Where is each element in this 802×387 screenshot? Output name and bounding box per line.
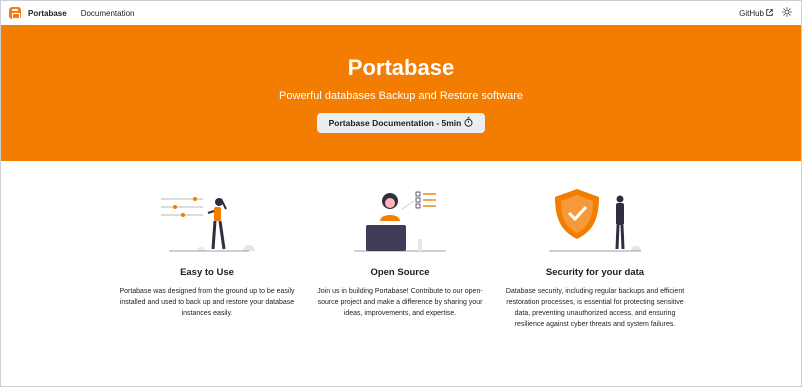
- feature-easy-to-use: Easy to Use Portabase was designed from …: [107, 183, 307, 319]
- feature-description: Database security, including regular bac…: [505, 288, 685, 328]
- feature-title: Security for your data: [545, 267, 645, 278]
- feature-description: Join us in building Portabase! Contribut…: [317, 288, 483, 317]
- hero-subtitle: Powerful databases Backup and Restore so…: [279, 90, 523, 102]
- nav-link-documentation[interactable]: Documentation: [81, 9, 135, 18]
- sun-icon[interactable]: [782, 4, 792, 22]
- documentation-button[interactable]: Portabase Documentation - 5min: [317, 113, 485, 133]
- external-link-icon: [766, 8, 773, 18]
- hero-title: Portabase: [347, 55, 455, 80]
- brand-title: Portabase: [28, 8, 67, 18]
- navbar: Portabase Documentation GitHub: [1, 1, 801, 25]
- feature-title: Easy to Use: [180, 267, 234, 278]
- hero-banner: Portabase Powerful databases Backup and …: [1, 25, 801, 161]
- documentation-button-label: Portabase Documentation - 5min: [328, 118, 462, 128]
- feature-security: Security for your data Database security…: [495, 183, 695, 330]
- portabase-logo-icon: [9, 7, 21, 19]
- feature-title: Open Source: [370, 267, 430, 278]
- feature-open-source: Open Source Join us in building Portabas…: [300, 183, 500, 319]
- stopwatch-icon: [464, 117, 473, 129]
- person-adjusting-sliders-illustration: [107, 183, 307, 253]
- feature-description: Portabase was designed from the ground u…: [119, 288, 295, 317]
- shield-with-person-illustration: [495, 183, 695, 253]
- person-at-laptop-illustration: [300, 183, 500, 253]
- brand-link[interactable]: Portabase: [9, 7, 67, 19]
- github-link[interactable]: GitHub: [739, 9, 773, 18]
- github-label: GitHub: [739, 8, 764, 18]
